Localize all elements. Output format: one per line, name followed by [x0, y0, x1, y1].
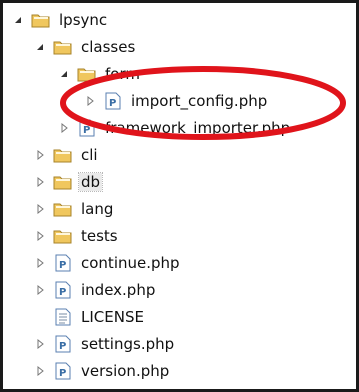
expanded-arrow-icon[interactable]: [11, 13, 25, 27]
tree-item-label: version.php: [81, 362, 170, 380]
package-folder-icon: [53, 200, 73, 218]
svg-text:P: P: [83, 125, 90, 136]
package-folder-icon: [53, 227, 73, 245]
tree-item-label: settings.php: [81, 335, 175, 353]
text-file-icon: [53, 308, 73, 326]
tree-item-settings-php[interactable]: P settings.php: [33, 331, 176, 357]
collapsed-arrow-icon[interactable]: [83, 94, 97, 108]
expanded-arrow-icon[interactable]: [57, 67, 71, 81]
tree-item-label: form: [105, 65, 140, 83]
project-folder-icon: [31, 11, 51, 29]
tree-item-label: lpsync: [59, 11, 108, 29]
tree-item-framework-importer[interactable]: P framework_importer.php: [57, 115, 292, 141]
svg-text:P: P: [109, 98, 116, 109]
tree-item-lang[interactable]: lang: [33, 196, 115, 222]
tree-item-label: db: [77, 172, 104, 192]
collapsed-arrow-icon[interactable]: [33, 364, 47, 378]
svg-text:P: P: [59, 368, 66, 379]
collapsed-arrow-icon[interactable]: [57, 121, 71, 135]
project-explorer-tree: lpsync classes form P import_config.php …: [0, 0, 359, 392]
svg-text:P: P: [59, 260, 66, 271]
svg-text:P: P: [59, 341, 66, 352]
collapsed-arrow-icon[interactable]: [33, 283, 47, 297]
tree-item-label: lang: [81, 200, 114, 218]
tree-item-classes[interactable]: classes: [33, 34, 137, 60]
tree-item-label: import_config.php: [131, 92, 268, 110]
php-file-icon: P: [53, 254, 73, 272]
tree-item-license[interactable]: LICENSE: [53, 304, 146, 330]
tree-item-label: classes: [81, 38, 136, 56]
tree-item-label: framework_importer.php: [105, 119, 291, 137]
collapsed-arrow-icon[interactable]: [33, 202, 47, 216]
php-file-icon: P: [53, 335, 73, 353]
package-folder-icon: [53, 173, 73, 191]
php-file-icon: P: [53, 362, 73, 380]
collapsed-arrow-icon[interactable]: [33, 337, 47, 351]
tree-item-version-php[interactable]: P version.php: [33, 358, 171, 384]
expanded-arrow-icon[interactable]: [33, 40, 47, 54]
tree-item-db[interactable]: db: [33, 169, 104, 195]
collapsed-arrow-icon[interactable]: [33, 256, 47, 270]
tree-item-label: LICENSE: [81, 308, 144, 326]
svg-text:P: P: [59, 287, 66, 298]
tree-item-cli[interactable]: cli: [33, 142, 100, 168]
tree-item-label: cli: [81, 146, 98, 164]
tree-item-import-config[interactable]: P import_config.php: [83, 88, 269, 114]
tree-item-label: tests: [81, 227, 118, 245]
collapsed-arrow-icon[interactable]: [33, 175, 47, 189]
tree-item-tests[interactable]: tests: [33, 223, 120, 249]
php-file-icon: P: [77, 119, 97, 137]
php-file-icon: P: [53, 281, 73, 299]
package-folder-icon: [77, 65, 97, 83]
tree-item-index-php[interactable]: P index.php: [33, 277, 157, 303]
package-folder-icon: [53, 38, 73, 56]
tree-item-form[interactable]: form: [57, 61, 142, 87]
collapsed-arrow-icon[interactable]: [33, 148, 47, 162]
tree-item-label: index.php: [81, 281, 156, 299]
tree-item-label: continue.php: [81, 254, 180, 272]
php-file-icon: P: [103, 92, 123, 110]
collapsed-arrow-icon[interactable]: [33, 229, 47, 243]
package-folder-icon: [53, 146, 73, 164]
tree-item-continue-php[interactable]: P continue.php: [33, 250, 182, 276]
tree-item-lpsync[interactable]: lpsync: [11, 7, 109, 33]
